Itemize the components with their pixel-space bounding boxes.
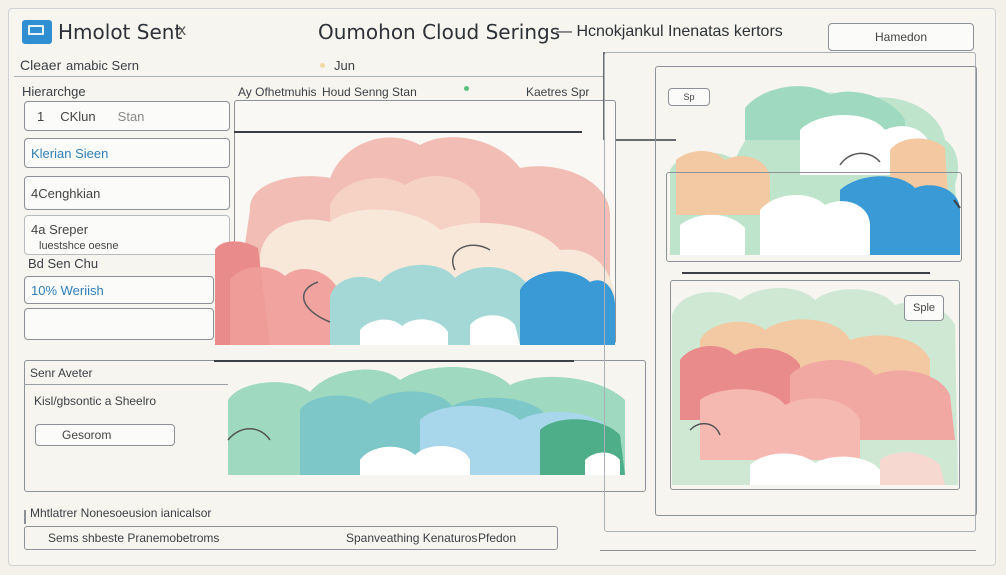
sidebar-item-3[interactable]: 4Cenghkian [24, 176, 230, 210]
preview-mid-text: Houd Senng Stan [322, 85, 417, 99]
sidebar-item-4[interactable]: 4a Sreper luestshce oesne [24, 215, 230, 255]
window-title: Hmolot Sent [58, 20, 183, 44]
footer-status: Mhtlatrer Nonesoeusion ianicalsor [30, 506, 212, 520]
preview-right-text: Kaetres Spr [526, 85, 590, 99]
divider [24, 510, 26, 524]
sidebar-item-number: 1 [37, 108, 45, 124]
divider [600, 550, 976, 551]
preview-panel [234, 100, 616, 344]
window-title-suffix: x [178, 22, 186, 39]
right-image-frame-top [666, 172, 962, 262]
app-icon [22, 20, 52, 44]
footer-left-text: Sems shbeste Pranemobetroms [48, 531, 220, 545]
mini-label-button[interactable]: Sp [668, 88, 710, 106]
lower-panel-input[interactable]: Gesorom [35, 424, 175, 446]
preview-left-text: Ay Ofhetmuhis [238, 85, 317, 99]
footer-mid-text: Spanveathing Kenaturos [346, 531, 478, 545]
center-title-suffix: — Hcnokjankul Inenatas kertors [556, 23, 783, 40]
empty-input[interactable] [24, 308, 214, 340]
indicator-dot [320, 63, 325, 68]
sidebar-item-sub: luestshce oesne [39, 240, 119, 252]
sidebar-item-extra: Stan [117, 108, 145, 124]
divider [14, 76, 604, 77]
footer-right-text[interactable]: Pfedon [478, 531, 516, 545]
status-dot [464, 86, 469, 91]
divider [234, 131, 582, 133]
sidebar-item-label: 4a Sreper [31, 222, 89, 237]
divider [24, 384, 228, 385]
sidebar-item-label: CKlun [60, 108, 96, 124]
sub-label: Jun [334, 58, 355, 73]
sidebar-item-2[interactable]: Klerian Sieen [24, 138, 230, 168]
bsd-label: Bd Sen Chu [28, 256, 99, 271]
lower-panel-subtitle: Kisl/gbsontic a Sheelro [34, 394, 157, 408]
section-label: amabic Sern [66, 58, 139, 73]
search-input[interactable]: 10% Weriish [24, 276, 214, 304]
header-button[interactable]: Hamedon [828, 23, 974, 51]
sidebar-item-1[interactable]: 1 CKlun Stan [24, 101, 230, 131]
center-title: Oumohon Cloud Serings [318, 20, 561, 44]
hierarchy-label: Hierarchge [22, 84, 86, 99]
sample-button[interactable]: Sple [904, 295, 944, 321]
lower-panel-title: Senr Aveter [30, 366, 93, 380]
divider [214, 360, 574, 362]
clear-label[interactable]: Cleaer [20, 57, 61, 73]
